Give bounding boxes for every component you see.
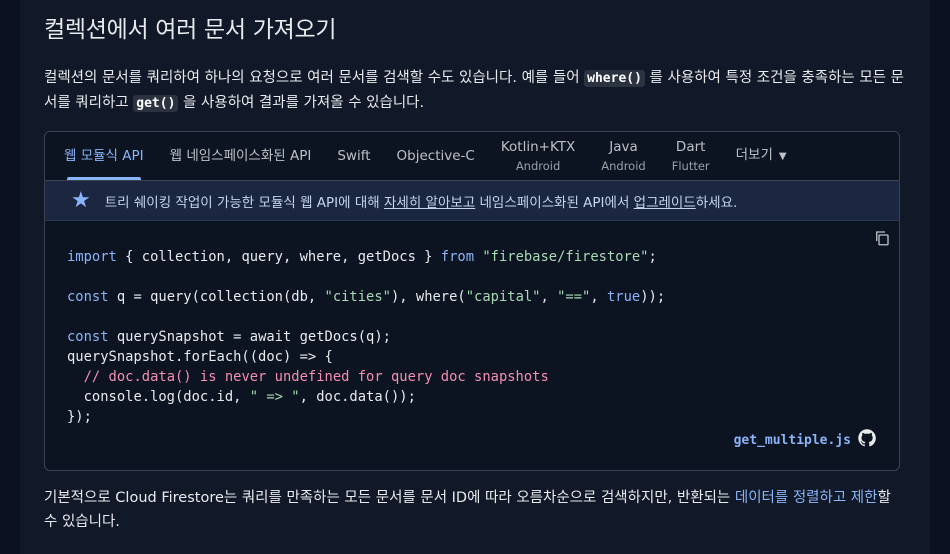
inline-code-get: get() [133, 95, 179, 112]
code-content: import { collection, query, where, getDo… [67, 249, 666, 425]
sort-limit-link[interactable]: 데이터를 정렬하고 제한 [735, 490, 878, 506]
outro-paragraph: 기본적으로 Cloud Firestore는 쿼리를 만족하는 모든 문서를 문… [44, 490, 891, 530]
banner-text: 트리 쉐이킹 작업이 가능한 모듈식 웹 API에 대해 자세히 알아보고 네임… [104, 194, 738, 211]
intro-paragraph: 컬렉션의 문서를 쿼리하여 하나의 요청으로 여러 문서를 검색할 수도 있습니… [44, 66, 904, 116]
right-rail [930, 0, 950, 554]
caret-down-icon: ▼ [778, 151, 787, 162]
language-tabs: 웹 모듈식 API 웹 네임스페이스화된 API Swift Objective… [45, 132, 899, 181]
intro-text-3: 을 사용하여 결과를 가져올 수 있습니다. [178, 95, 425, 111]
tab-java[interactable]: Java Android [588, 132, 658, 180]
tab-web-namespaced[interactable]: 웹 네임스페이스화된 API [157, 132, 325, 180]
tab-web-modular[interactable]: 웹 모듈식 API [51, 132, 157, 180]
tab-kotlin[interactable]: Kotlin+KTX Android [488, 132, 588, 180]
upgrade-link[interactable]: 업그레이드 [634, 195, 696, 211]
star-icon: ★ [71, 187, 91, 213]
code-block: import { collection, query, where, getDo… [45, 221, 899, 470]
copy-icon[interactable] [873, 229, 891, 247]
left-rail [0, 0, 20, 554]
tab-dart[interactable]: Dart Flutter [659, 132, 723, 180]
github-icon[interactable] [857, 428, 877, 448]
tab-more-dropdown[interactable]: 더보기 ▼ [723, 132, 800, 180]
intro-text-1: 컬렉션의 문서를 쿼리하여 하나의 요청으로 여러 문서를 검색할 수도 있습니… [44, 70, 585, 86]
tab-swift[interactable]: Swift [324, 132, 383, 180]
learn-more-link[interactable]: 자세히 알아보고 [384, 195, 475, 211]
code-sample-card: 웹 모듈식 API 웹 네임스페이스화된 API Swift Objective… [44, 131, 900, 471]
source-file-link[interactable]: get_multiple.js [734, 433, 851, 448]
tab-objective-c[interactable]: Objective-C [384, 132, 488, 180]
section-heading: 컬렉션에서 여러 문서 가져오기 [44, 17, 337, 43]
info-banner: ★ 트리 쉐이킹 작업이 가능한 모듈식 웹 API에 대해 자세히 알아보고 … [45, 181, 899, 221]
inline-code-where: where() [584, 70, 645, 87]
